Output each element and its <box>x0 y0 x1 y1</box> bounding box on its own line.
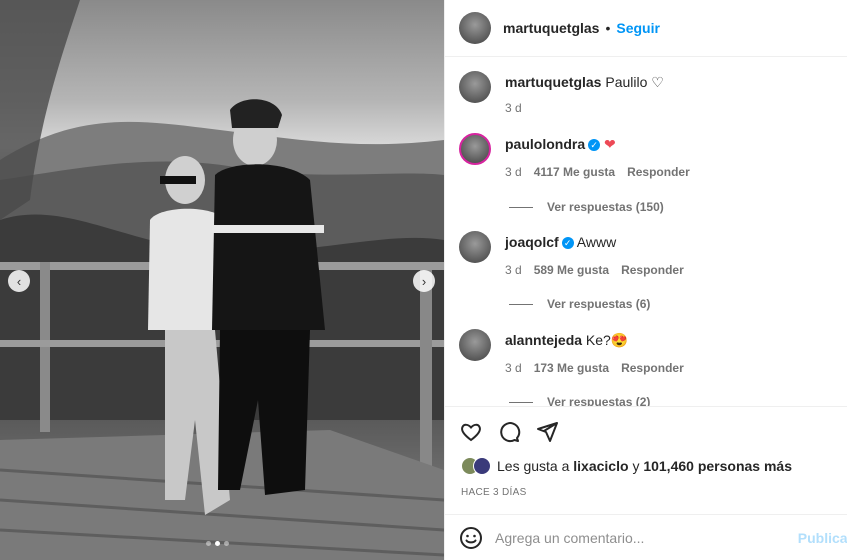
caption: martuquetglas Paulilo ♡ 3 d <box>459 71 833 115</box>
comment-item: alanntejeda Ke?😍 3 d 173 Me gusta Respon… <box>459 329 833 375</box>
post-photo: ‹ › <box>0 0 444 560</box>
comment-time: 3 d <box>505 263 522 277</box>
comment-avatar[interactable] <box>459 329 491 361</box>
like-heart-icon[interactable] <box>459 420 483 444</box>
separator-dot: • <box>605 20 611 36</box>
carousel-dot <box>224 541 229 546</box>
likes-summary: Les gusta a lixaciclo y 101,460 personas… <box>461 457 792 475</box>
comment-avatar[interactable] <box>459 133 491 165</box>
comment-item: paulolondra ✓ ❤ 3 d 4117 Me gusta Respond… <box>459 133 833 179</box>
liker-avatar <box>473 457 491 475</box>
reply-button[interactable]: Responder <box>621 263 684 277</box>
carousel-dot-active <box>215 541 220 546</box>
author-username[interactable]: martuquetglas <box>503 20 599 36</box>
view-replies-button[interactable]: Ver respuestas (6) <box>509 297 650 311</box>
caption-text: Paulilo <box>605 74 648 90</box>
caption-time: 3 d <box>505 101 522 115</box>
reply-button[interactable]: Responder <box>627 165 690 179</box>
comment-emoji: ❤ <box>604 136 616 152</box>
carousel-prev-button[interactable]: ‹ <box>8 270 30 292</box>
likes-middle: y <box>632 458 640 474</box>
comment-text: Ke? <box>585 332 611 348</box>
instagram-post-modal: ‹ › martuquetglas • Seguir martuquetglas… <box>0 0 847 560</box>
author-avatar[interactable] <box>459 12 491 44</box>
follow-button[interactable]: Seguir <box>616 20 660 36</box>
post-header: martuquetglas • Seguir <box>445 0 847 57</box>
comment-username[interactable]: joaqolcf <box>505 234 559 250</box>
caption-username[interactable]: martuquetglas <box>505 74 601 90</box>
post-side-panel: martuquetglas • Seguir martuquetglas Pau… <box>444 0 847 560</box>
comment-time: 3 d <box>505 361 522 375</box>
post-comment-button[interactable]: Publicar <box>798 530 847 546</box>
comment-avatar[interactable] <box>459 231 491 263</box>
likes-prefix: Les gusta a <box>497 458 570 474</box>
caption-avatar[interactable] <box>459 71 491 103</box>
post-actions <box>445 406 847 456</box>
view-replies-button[interactable]: Ver respuestas (2) <box>509 395 650 406</box>
comment-likes[interactable]: 4117 Me gusta <box>534 165 615 179</box>
comment-username[interactable]: alanntejeda <box>505 332 582 348</box>
comment-text: Awww <box>576 234 617 250</box>
comment-time: 3 d <box>505 165 522 179</box>
view-replies-button[interactable]: Ver respuestas (150) <box>509 200 664 214</box>
reply-button[interactable]: Responder <box>621 361 684 375</box>
heart-outline-icon: ♡ <box>651 74 664 90</box>
comment-username[interactable]: paulolondra <box>505 136 585 152</box>
comment-item: joaqolcf ✓ Awww 3 d 589 Me gusta Responde… <box>459 231 833 277</box>
emoji-smiley-icon[interactable] <box>459 526 483 550</box>
verified-badge-icon: ✓ <box>561 237 574 250</box>
comment-likes[interactable]: 589 Me gusta <box>534 263 609 277</box>
comment-emoji: 😍 <box>610 332 629 348</box>
likes-count[interactable]: 101,460 personas más <box>643 458 792 474</box>
likes-user[interactable]: lixaciclo <box>573 458 628 474</box>
verified-badge-icon: ✓ <box>588 139 601 152</box>
comment-likes[interactable]: 173 Me gusta <box>534 361 609 375</box>
posted-ago: HACE 3 DÍAS <box>461 487 527 498</box>
photo-illustration <box>0 0 444 560</box>
comment-bubble-icon[interactable] <box>497 420 521 444</box>
comments-list: martuquetglas Paulilo ♡ 3 d paulolondra ✓… <box>445 57 847 406</box>
carousel-next-button[interactable]: › <box>413 270 435 292</box>
comment-input[interactable] <box>495 529 805 546</box>
add-comment-bar: Publicar <box>445 514 847 560</box>
share-send-icon[interactable] <box>535 420 559 444</box>
carousel-indicator <box>206 541 229 546</box>
carousel-dot <box>206 541 211 546</box>
